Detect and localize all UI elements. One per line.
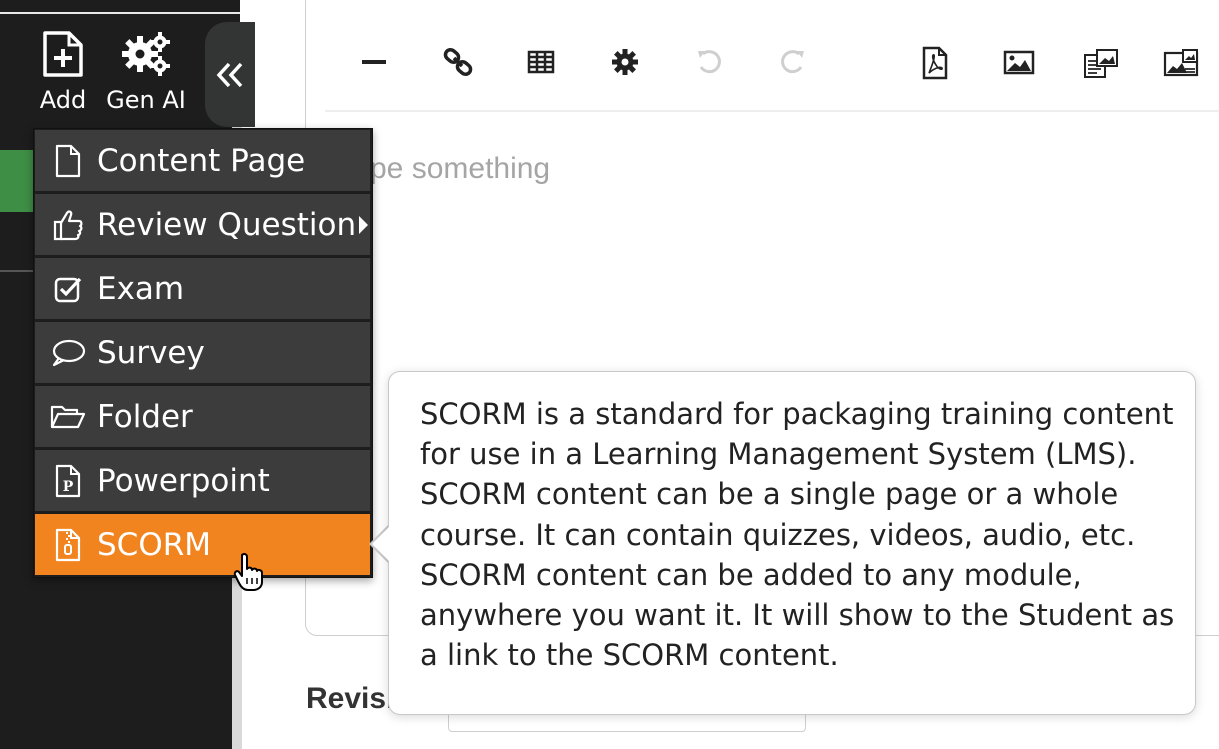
- menu-item-label: Content Page: [97, 142, 306, 179]
- redo-button[interactable]: [779, 45, 807, 83]
- tooltip-arrow: [372, 526, 390, 562]
- pdf-icon: [922, 46, 948, 80]
- sidebar-divider: [0, 12, 240, 14]
- revision-label: Revisi: [306, 682, 395, 715]
- add-button[interactable]: Add: [38, 30, 88, 114]
- insert-image-left-button[interactable]: [1163, 45, 1199, 85]
- undo-icon: [698, 50, 721, 74]
- scorm-tooltip: SCORM is a standard for packaging traini…: [388, 371, 1196, 715]
- table-button[interactable]: [527, 45, 555, 83]
- toolbar-divider: [325, 110, 1219, 112]
- menu-item-content-page[interactable]: Content Page: [35, 130, 370, 191]
- redo-icon: [781, 50, 804, 74]
- checkbox-icon: [43, 258, 93, 319]
- powerpoint-file-icon: P: [43, 450, 93, 511]
- menu-item-survey[interactable]: Survey: [35, 322, 370, 383]
- double-chevron-left-icon: [216, 62, 243, 87]
- menu-item-powerpoint[interactable]: P Powerpoint: [35, 450, 370, 511]
- image-left-icon: [1163, 49, 1199, 77]
- file-plus-icon: [43, 31, 83, 77]
- menu-item-scorm[interactable]: SCORM: [35, 514, 370, 575]
- hand-pointer-cursor-icon: [232, 552, 268, 596]
- editor-placeholder: ype something: [355, 152, 551, 185]
- menu-item-label: Folder: [97, 398, 193, 435]
- svg-text:P: P: [63, 479, 74, 495]
- gen-ai-label: Gen AI: [106, 86, 186, 114]
- thumbs-up-icon: [43, 194, 93, 255]
- add-label: Add: [39, 86, 87, 114]
- insert-image-button[interactable]: [1003, 45, 1035, 83]
- menu-item-label: Powerpoint: [97, 462, 270, 499]
- text-image-icon: [1084, 49, 1118, 78]
- submenu-arrow-icon: [359, 216, 368, 234]
- menu-item-label: Review Question: [97, 206, 357, 243]
- link-button[interactable]: [443, 45, 473, 83]
- settings-button[interactable]: [611, 45, 639, 83]
- link-icon: [443, 47, 473, 77]
- menu-item-label: Survey: [97, 334, 205, 371]
- tooltip-text: SCORM is a standard for packaging traini…: [420, 397, 1175, 673]
- insert-pdf-button[interactable]: [921, 45, 949, 85]
- gear-icon: [612, 49, 638, 75]
- add-content-menu: Content Page Review Question Exam Survey…: [33, 128, 373, 578]
- menu-item-label: Exam: [97, 270, 185, 307]
- menu-item-exam[interactable]: Exam: [35, 258, 370, 319]
- folder-open-icon: [43, 386, 93, 447]
- zip-file-icon: [43, 514, 93, 575]
- horizontal-rule-icon: [362, 60, 386, 64]
- table-icon: [527, 50, 555, 74]
- image-icon: [1003, 50, 1035, 75]
- speech-bubble-icon: [43, 322, 93, 383]
- menu-item-review-question[interactable]: Review Question: [35, 194, 370, 255]
- file-icon: [43, 130, 93, 191]
- menu-item-label: SCORM: [97, 526, 212, 563]
- insert-text-image-button[interactable]: [1083, 45, 1119, 85]
- menu-item-folder[interactable]: Folder: [35, 386, 370, 447]
- gears-icon: [122, 32, 170, 76]
- horizontal-rule-button[interactable]: [360, 45, 388, 83]
- collapse-sidebar-button[interactable]: [205, 22, 255, 127]
- undo-button[interactable]: [695, 45, 723, 83]
- gen-ai-button[interactable]: Gen AI: [104, 30, 188, 114]
